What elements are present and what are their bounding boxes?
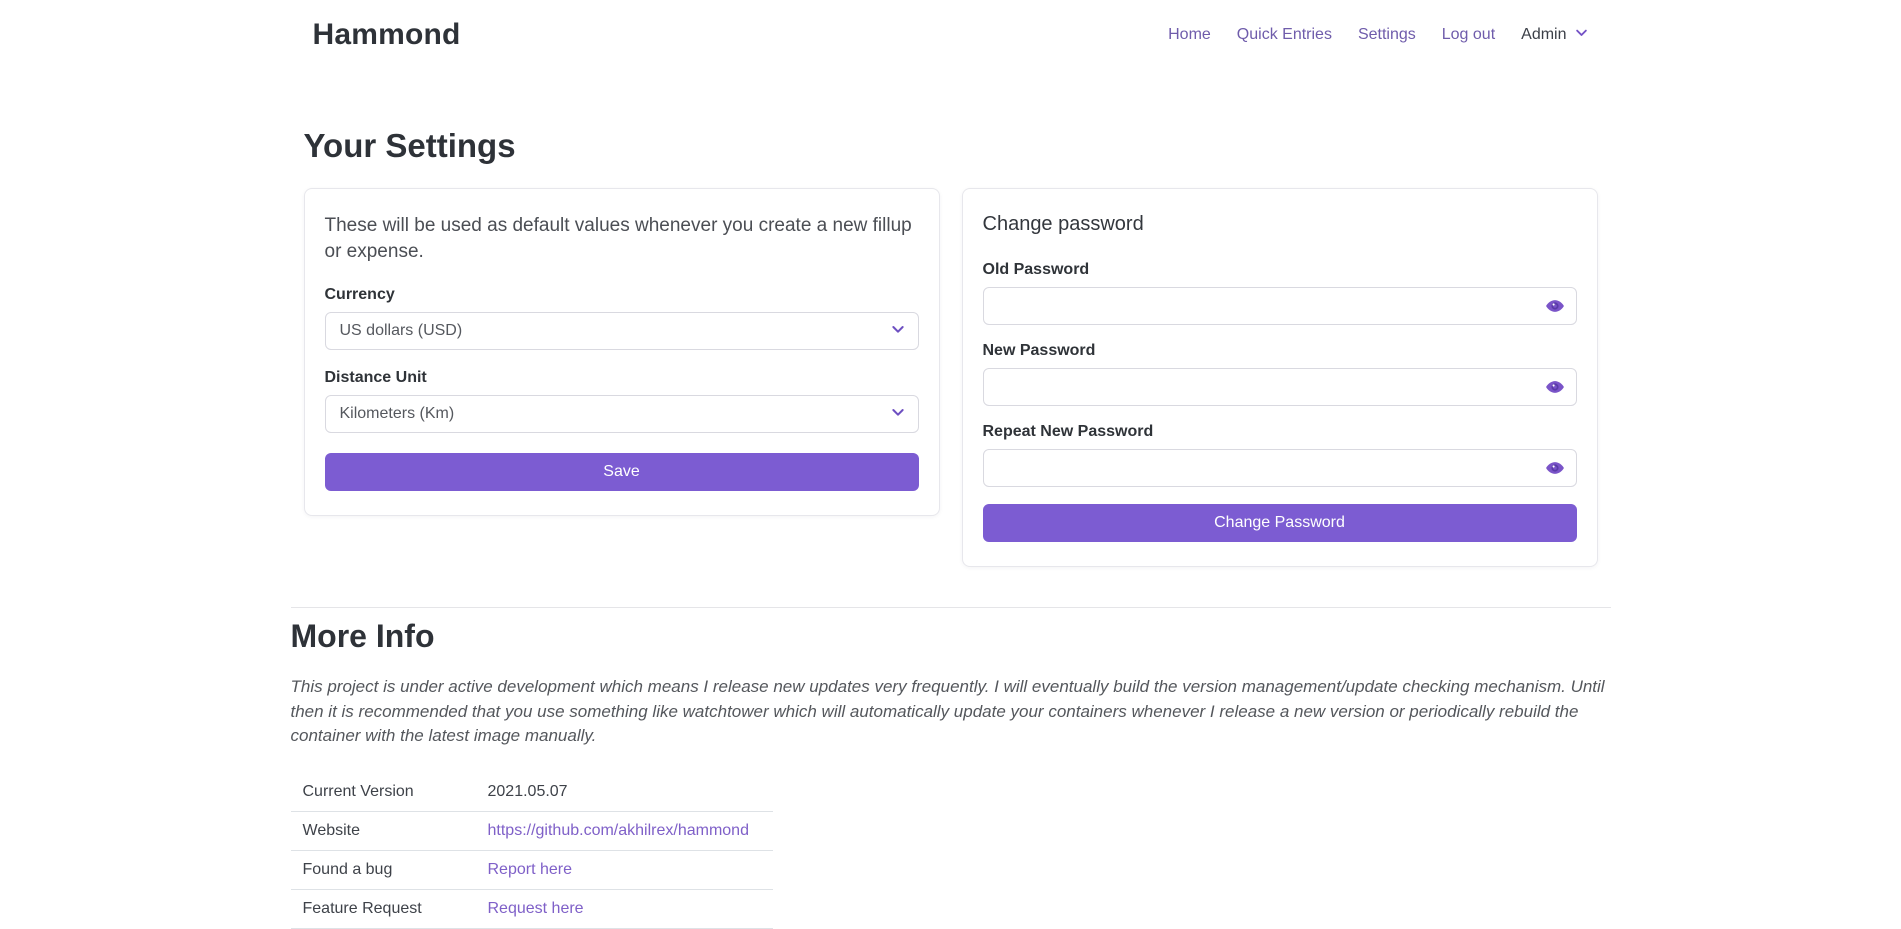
nav-links: Home Quick Entries Settings Log out Admi… — [1168, 25, 1588, 45]
info-table: Current Version 2021.05.07 Website https… — [291, 773, 773, 929]
more-info-title: More Info — [291, 618, 1611, 655]
table-row: Current Version 2021.05.07 — [291, 773, 773, 812]
development-note: This project is under active development… — [291, 675, 1611, 749]
table-row: Found a bug Report here — [291, 850, 773, 889]
old-password-label: Old Password — [983, 261, 1577, 279]
nav-item-settings[interactable]: Settings — [1358, 26, 1416, 44]
admin-menu-toggle[interactable]: Admin — [1521, 25, 1588, 45]
new-password-group: New Password — [983, 342, 1577, 406]
new-password-wrap — [983, 368, 1577, 406]
navbar-inner: Hammond Home Quick Entries Settings Log … — [291, 18, 1611, 52]
distance-unit-select-value: Kilometers (Km) — [340, 405, 455, 423]
new-password-label: New Password — [983, 342, 1577, 360]
chevron-down-icon — [1574, 25, 1589, 45]
admin-menu-label: Admin — [1521, 26, 1566, 44]
toggle-repeat-password-visibility-button[interactable] — [1545, 458, 1565, 478]
nav-item-home[interactable]: Home — [1168, 26, 1211, 44]
toggle-new-password-visibility-button[interactable] — [1545, 377, 1565, 397]
eye-icon — [1545, 296, 1565, 316]
change-password-title: Change password — [983, 213, 1577, 236]
page-title: Your Settings — [304, 127, 1598, 165]
nav-item-quick-entries[interactable]: Quick Entries — [1237, 26, 1332, 44]
info-label: Feature Request — [291, 889, 476, 928]
distance-unit-label: Distance Unit — [325, 369, 919, 387]
nav-item-logout[interactable]: Log out — [1442, 26, 1495, 44]
distance-unit-select[interactable]: Kilometers (Km) — [325, 395, 919, 433]
old-password-input[interactable] — [983, 287, 1577, 325]
new-password-input[interactable] — [983, 368, 1577, 406]
change-password-button[interactable]: Change Password — [983, 504, 1577, 542]
repeat-password-wrap — [983, 449, 1577, 487]
save-button[interactable]: Save — [325, 453, 919, 491]
settings-cards: These will be used as default values whe… — [304, 188, 1598, 567]
old-password-group: Old Password — [983, 261, 1577, 325]
repeat-password-group: Repeat New Password — [983, 423, 1577, 487]
change-password-card: Change password Old Password New Passwor… — [962, 188, 1598, 567]
current-version-value: 2021.05.07 — [476, 773, 773, 812]
currency-label: Currency — [325, 286, 919, 304]
chevron-down-icon — [890, 404, 906, 425]
repeat-password-label: Repeat New Password — [983, 423, 1577, 441]
eye-icon — [1545, 377, 1565, 397]
defaults-intro: These will be used as default values whe… — [325, 213, 919, 265]
currency-select[interactable]: US dollars (USD) — [325, 312, 919, 350]
defaults-card: These will be used as default values whe… — [304, 188, 940, 516]
currency-select-value: US dollars (USD) — [340, 322, 463, 340]
navbar: Hammond Home Quick Entries Settings Log … — [0, 0, 1901, 70]
app-logo[interactable]: Hammond — [313, 18, 461, 52]
old-password-wrap — [983, 287, 1577, 325]
info-label: Website — [291, 811, 476, 850]
section-divider — [291, 607, 1611, 608]
more-info-section: More Info This project is under active d… — [291, 607, 1611, 929]
repeat-password-input[interactable] — [983, 449, 1577, 487]
table-row: Website https://github.com/akhilrex/hamm… — [291, 811, 773, 850]
chevron-down-icon — [890, 321, 906, 342]
info-label: Found a bug — [291, 850, 476, 889]
report-bug-link[interactable]: Report here — [488, 861, 573, 878]
eye-icon — [1545, 458, 1565, 478]
toggle-old-password-visibility-button[interactable] — [1545, 296, 1565, 316]
table-row: Feature Request Request here — [291, 889, 773, 928]
settings-section: Your Settings These will be used as defa… — [291, 127, 1611, 567]
website-link[interactable]: https://github.com/akhilrex/hammond — [488, 822, 749, 839]
info-label: Current Version — [291, 773, 476, 812]
